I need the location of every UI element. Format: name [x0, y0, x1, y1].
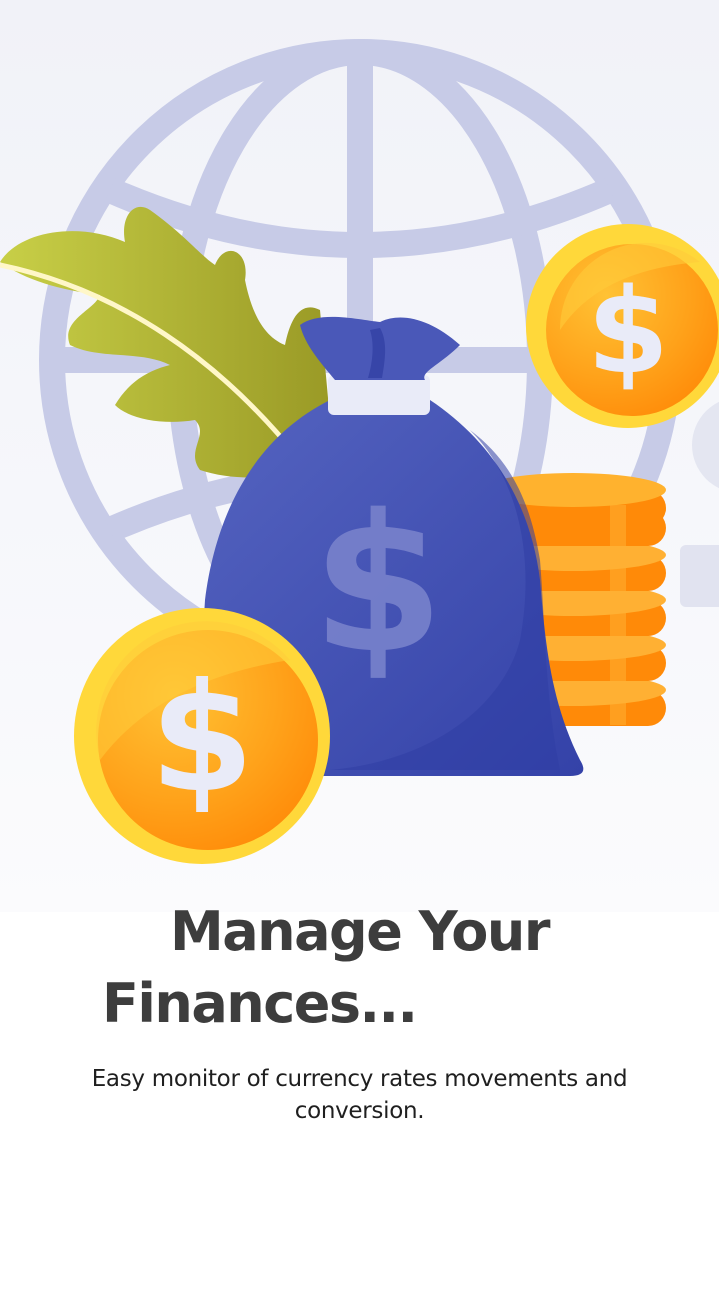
finance-illustration: $ $ $: [0, 39, 719, 864]
page-title: Manage Your Finances...: [0, 896, 719, 1040]
svg-text:$: $: [587, 262, 669, 400]
svg-text:$: $: [150, 652, 254, 826]
title-line-1: Manage Your: [170, 900, 550, 963]
dollar-coin-icon: $: [74, 608, 330, 864]
hero-illustration: $ $ $: [0, 0, 719, 912]
dollar-coin-icon: $: [526, 224, 719, 428]
onboarding-description: Easy monitor of currency rates movements…: [91, 1066, 628, 1124]
svg-text:$: $: [312, 474, 444, 695]
background-shapes: [680, 401, 719, 607]
title-line-2: Finances...: [102, 972, 418, 1035]
